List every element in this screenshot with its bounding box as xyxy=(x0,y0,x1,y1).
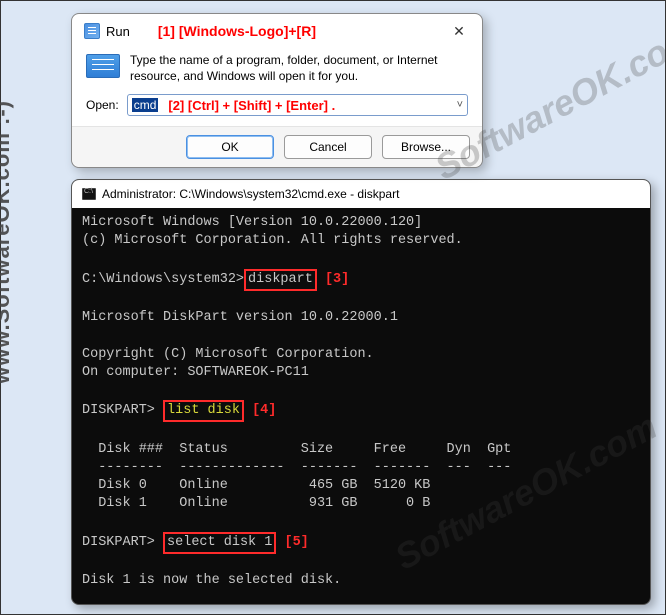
chevron-down-icon[interactable]: ˅ xyxy=(457,99,463,111)
cancel-button[interactable]: Cancel xyxy=(284,135,372,159)
disk-row-1: Disk 1 Online 931 GB 0 B xyxy=(82,496,430,511)
annotation-4: [4] xyxy=(252,403,276,418)
prompt-diskpart-1: DISKPART> xyxy=(82,403,155,418)
disk-table-header: Disk ### Status Size Free Dyn Gpt xyxy=(82,442,511,457)
disk-table-sep: -------- ------------- ------- ------- -… xyxy=(82,460,511,475)
cmd-titlebar: Administrator: C:\Windows\system32\cmd.e… xyxy=(72,180,650,208)
run-titlebar: Run [1] [Windows-Logo]+[R] ✕ xyxy=(72,14,482,46)
line-dp-copyright: Copyright (C) Microsoft Corporation. xyxy=(82,347,374,362)
cmd-content[interactable]: Microsoft Windows [Version 10.0.22000.12… xyxy=(72,208,650,605)
cmd-window: Administrator: C:\Windows\system32\cmd.e… xyxy=(71,179,651,605)
annotation-1: [1] [Windows-Logo]+[R] xyxy=(158,23,316,39)
cmd-listdisk-box: list disk xyxy=(163,400,244,422)
ok-button[interactable]: OK xyxy=(186,135,274,159)
open-combobox[interactable]: cmd [2] [Ctrl] + [Shift] + [Enter] . ˅ xyxy=(127,94,468,116)
run-body: Type the name of a program, folder, docu… xyxy=(72,46,482,92)
close-button[interactable]: ✕ xyxy=(444,20,474,42)
prompt-system: C:\Windows\system32> xyxy=(82,272,244,287)
run-dialog: Run [1] [Windows-Logo]+[R] ✕ Type the na… xyxy=(71,13,483,168)
line-dp-version: Microsoft DiskPart version 10.0.22000.1 xyxy=(82,310,398,325)
disk-row-0: Disk 0 Online 465 GB 5120 KB xyxy=(82,478,430,493)
line-winver: Microsoft Windows [Version 10.0.22000.12… xyxy=(82,215,422,230)
cmd-title: Administrator: C:\Windows\system32\cmd.e… xyxy=(102,187,399,201)
line-copyright: (c) Microsoft Corporation. All rights re… xyxy=(82,233,463,248)
run-window-icon xyxy=(84,23,100,39)
run-open-row: Open: cmd [2] [Ctrl] + [Shift] + [Enter]… xyxy=(72,92,482,126)
annotation-3: [3] xyxy=(325,272,349,287)
run-program-icon xyxy=(86,54,120,78)
run-button-row: OK Cancel Browse... xyxy=(72,126,482,167)
open-label: Open: xyxy=(86,98,119,112)
run-description: Type the name of a program, folder, docu… xyxy=(130,52,468,84)
line-dp-computer: On computer: SOFTWAREOK-PC11 xyxy=(82,365,309,380)
watermark-side: www.SoftwareOK.com :-) xyxy=(0,100,15,384)
annotation-5: [5] xyxy=(284,535,308,550)
prompt-diskpart-2: DISKPART> xyxy=(82,535,155,550)
cmd-diskpart-box: diskpart xyxy=(244,269,317,291)
run-title: Run xyxy=(106,24,130,39)
cmd-icon xyxy=(82,188,96,200)
line-selected: Disk 1 is now the selected disk. xyxy=(82,573,341,588)
browse-button[interactable]: Browse... xyxy=(382,135,470,159)
annotation-2: [2] [Ctrl] + [Shift] + [Enter] . xyxy=(168,98,335,113)
open-input-value: cmd xyxy=(132,98,159,112)
cmd-selectdisk-box: select disk 1 xyxy=(163,532,276,554)
